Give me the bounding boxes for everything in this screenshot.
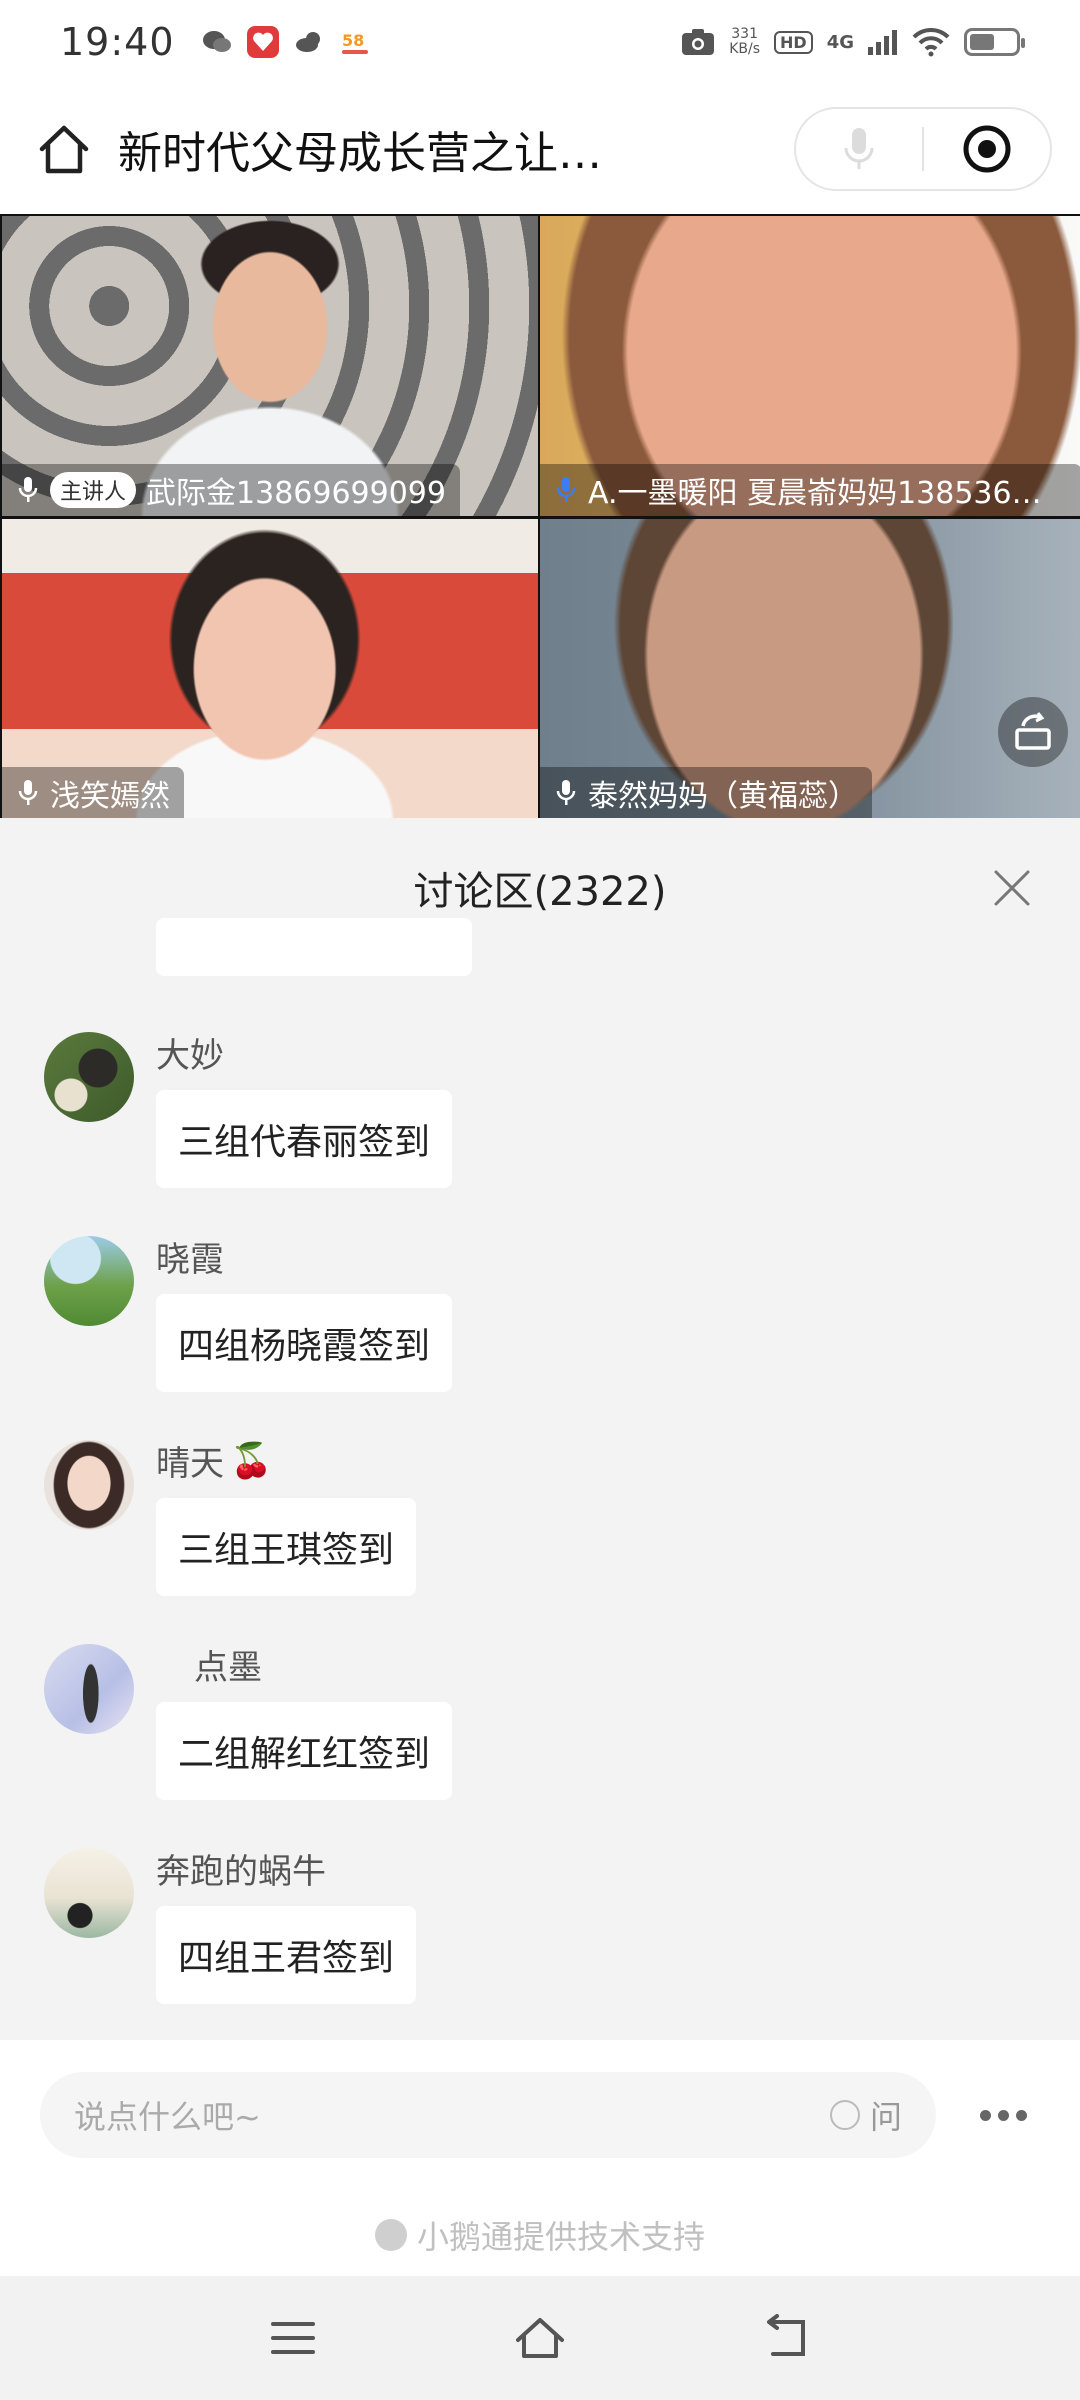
system-navigation-bar — [0, 2276, 1080, 2400]
ask-question-toggle[interactable]: 问 — [829, 2092, 902, 2138]
app-icon — [246, 26, 279, 58]
more-options-button[interactable] — [980, 2109, 1027, 2121]
powered-by-text: 小鹅通提供技术支持 — [416, 2218, 705, 2256]
comment-input-bar: 说点什么吧~ 问 — [0, 2040, 1080, 2190]
dot-icon — [1016, 2109, 1027, 2121]
status-time: 19:40 — [60, 20, 175, 64]
video-tile-host[interactable]: 主讲人 武际金13869699099 — [2, 216, 538, 516]
participant-name: 浅笑嫣然 — [50, 779, 170, 814]
message-author: 奔跑的蜗牛 — [156, 1852, 326, 1892]
back-icon[interactable] — [759, 2310, 815, 2366]
video-grid: 主讲人 武际金13869699099 A.一墨暖阳 夏晨嵛妈妈138536… 浅… — [0, 214, 1080, 819]
svg-text:58: 58 — [342, 31, 364, 50]
mic-icon — [18, 477, 38, 502]
home-nav-icon[interactable] — [512, 2310, 568, 2366]
video-tile-participant[interactable]: A.一墨暖阳 夏晨嵛妈妈138536… — [540, 216, 1080, 516]
status-indicators: 331 KB/s HD 4G — [681, 26, 1025, 57]
mini-program-capsule — [794, 107, 1052, 191]
mic-icon — [844, 128, 874, 169]
network-speed: 331 KB/s — [729, 26, 761, 57]
home-icon[interactable] — [36, 121, 92, 177]
battery-icon — [964, 28, 1025, 56]
wechat-icon — [202, 31, 231, 52]
comment-placeholder: 说点什么吧~ — [74, 2098, 261, 2136]
capsule-mic-button[interactable] — [796, 109, 922, 189]
video-tile-label: A.一墨暖阳 夏晨嵛妈妈138536… — [540, 464, 1080, 516]
participant-name: 泰然妈妈（黄福蕊） — [588, 779, 858, 814]
avatar[interactable] — [44, 1848, 134, 1938]
status-app-icons: 58 — [201, 26, 371, 58]
rotate-screen-icon — [1015, 712, 1051, 750]
video-tile-label: 泰然妈妈（黄福蕊） — [540, 767, 872, 819]
mic-active-icon — [556, 477, 576, 502]
message-author: 点墨 — [194, 1648, 262, 1688]
weather-icon — [295, 32, 320, 52]
avatar[interactable] — [44, 1032, 134, 1122]
host-badge: 主讲人 — [50, 472, 137, 508]
mic-icon — [556, 780, 576, 805]
video-tile-label: 浅笑嫣然 — [2, 767, 184, 819]
signal-icon — [868, 30, 897, 55]
wifi-icon — [912, 27, 950, 57]
dot-icon — [980, 2109, 991, 2121]
mic-icon — [18, 780, 38, 805]
message-bubble[interactable]: 四组杨晓霞签到 — [156, 1294, 453, 1392]
camera-icon — [682, 29, 715, 55]
message-bubble[interactable]: 三组王琪签到 — [156, 1498, 417, 1596]
participant-name: 武际金13869699099 — [146, 476, 446, 511]
message-list[interactable]: 大妙 三组代春丽签到 晓霞 四组杨晓霞签到 晴天 🍒 三组王琪签到 点墨 二组解红… — [0, 918, 1080, 2138]
close-icon[interactable] — [990, 866, 1034, 910]
message-author: 晴天 🍒 — [156, 1440, 273, 1485]
ask-label: 问 — [869, 2098, 902, 2136]
avatar[interactable] — [44, 1236, 134, 1326]
header: 新时代父母成长营之让… — [0, 84, 1080, 214]
dot-icon — [998, 2109, 1009, 2121]
avatar[interactable] — [44, 1440, 134, 1530]
video-tile-participant[interactable]: 泰然妈妈（黄福蕊） — [540, 519, 1080, 819]
network-type: 4G — [826, 31, 854, 53]
record-target-icon — [963, 125, 1011, 173]
message-author: 晓霞 — [156, 1240, 224, 1280]
menu-icon[interactable] — [265, 2310, 321, 2366]
checkbox-circle-icon — [829, 2100, 860, 2130]
cherry-emoji: 🍒 — [230, 1440, 273, 1481]
app58-icon: 58 — [341, 31, 368, 54]
message-bubble[interactable]: 二组解红红签到 — [156, 1702, 453, 1800]
comment-input[interactable]: 说点什么吧~ 问 — [40, 2072, 936, 2158]
video-tile-label: 主讲人 武际金13869699099 — [2, 464, 460, 516]
page-title: 新时代父母成长营之让… — [118, 128, 602, 179]
rotate-screen-button[interactable] — [998, 697, 1068, 767]
hd-badge: HD — [774, 30, 813, 54]
capsule-close-button[interactable] — [924, 109, 1050, 189]
status-bar: 19:40 58 331 KB/s HD 4G — [0, 0, 1080, 84]
powered-by: 小鹅通提供技术支持 — [0, 2190, 1080, 2280]
discussion-title: 讨论区(2322) — [413, 869, 667, 915]
message-bubble[interactable]: 三组代春丽签到 — [156, 1090, 453, 1188]
message-bubble[interactable]: 四组王君签到 — [156, 1906, 417, 2004]
participant-name: A.一墨暖阳 夏晨嵛妈妈138536… — [588, 476, 1042, 511]
avatar[interactable] — [44, 1644, 134, 1734]
video-tile-participant[interactable]: 浅笑嫣然 — [2, 519, 538, 819]
message-bubble-partial — [156, 918, 472, 976]
message-author: 大妙 — [156, 1036, 224, 1076]
xiaoe-logo-icon — [374, 2219, 407, 2251]
